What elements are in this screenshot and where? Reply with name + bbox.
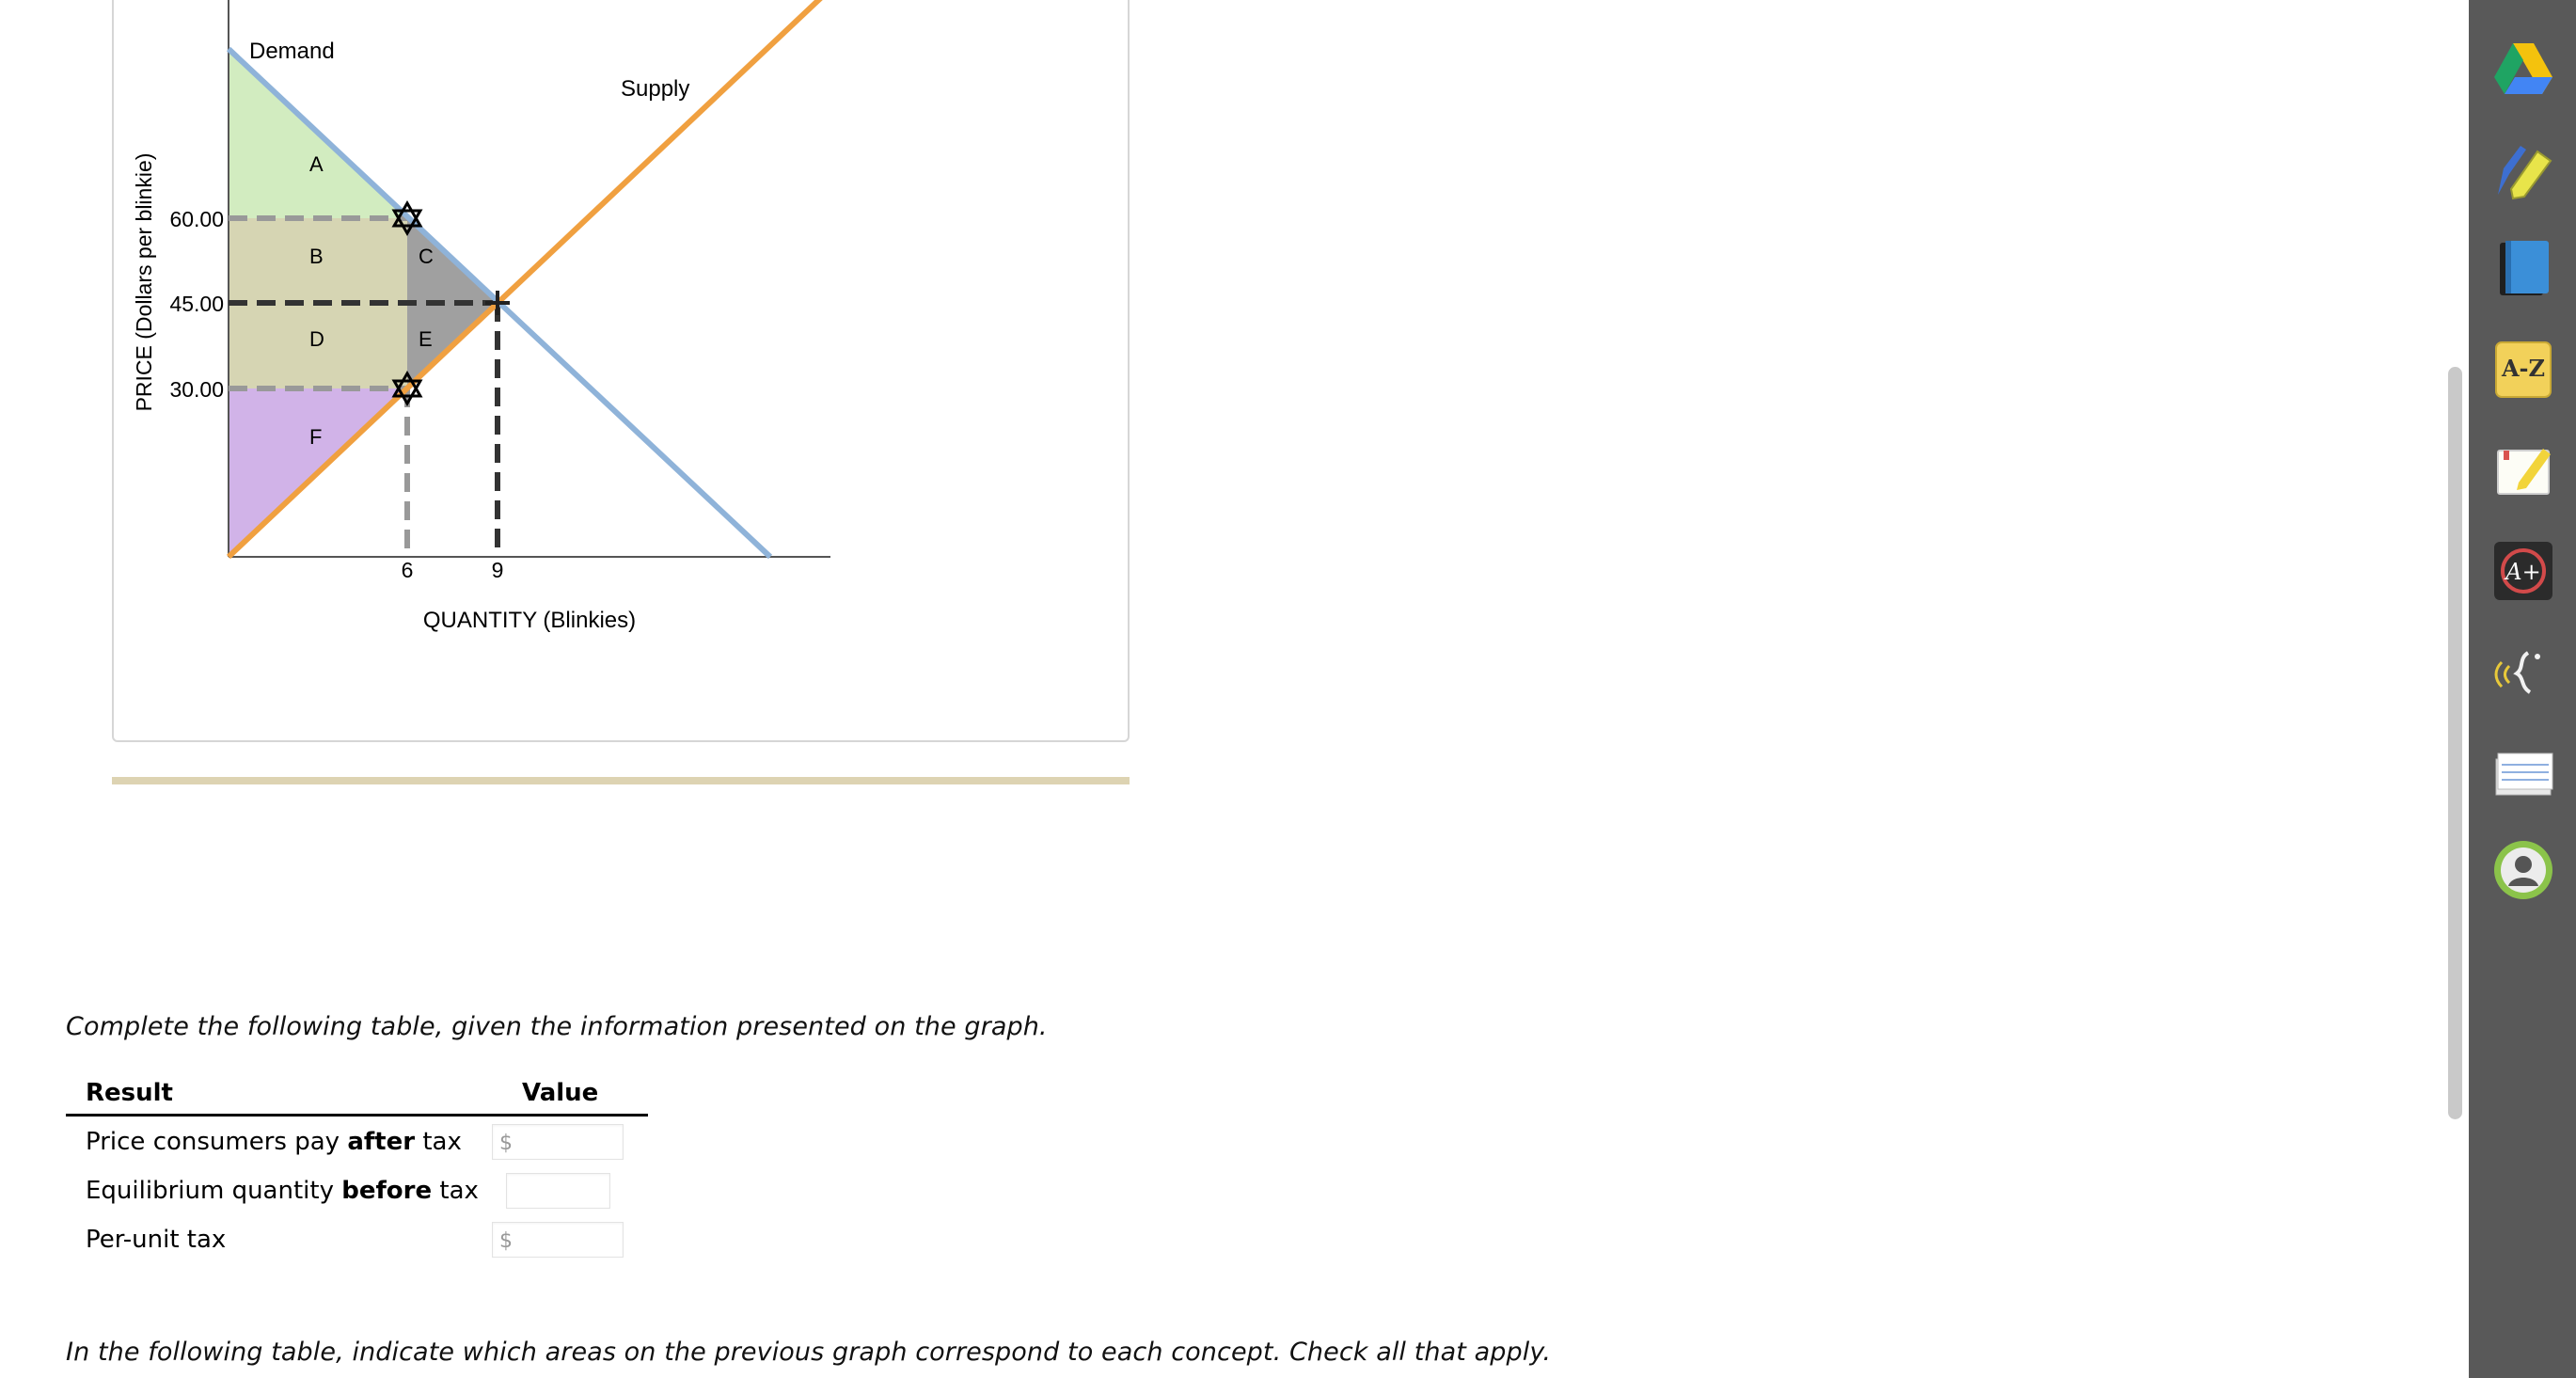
areas-instruction: In the following table, indicate which a… <box>66 1338 1552 1367</box>
area-label-D: D <box>309 327 324 351</box>
demand-label: Demand <box>249 39 335 64</box>
per-unit-tax-input[interactable]: $ <box>492 1222 624 1258</box>
area-label-A: A <box>309 152 324 176</box>
table-row: Equilibrium quantity before tax <box>66 1165 648 1214</box>
section-divider <box>112 777 1130 784</box>
price-after-tax-input[interactable]: $ <box>492 1124 624 1160</box>
supply-demand-graph: Demand Supply A B C D E F 60.00 45.00 30… <box>132 0 830 633</box>
row-label-quantity-before-tax: Equilibrium quantity before tax <box>86 1177 479 1205</box>
graph-panel: Demand Supply A B C D E F 60.00 45.00 30… <box>112 0 1130 742</box>
flashcards-icon[interactable] <box>2490 738 2556 804</box>
google-drive-icon[interactable] <box>2490 38 2556 103</box>
y-tick-45: 45.00 <box>169 292 224 316</box>
row-label-price-after-tax: Price consumers pay after tax <box>86 1128 462 1156</box>
dollar-sign: $ <box>499 1229 513 1253</box>
dollar-sign: $ <box>499 1132 513 1155</box>
area-label-C: C <box>419 245 434 268</box>
y-axis-label: PRICE (Dollars per blinkie) <box>132 153 156 412</box>
header-value: Value <box>522 1079 599 1107</box>
grade-a-plus-icon[interactable]: A+ <box>2490 538 2556 604</box>
result-table: Result Value Price consumers pay after t… <box>66 1075 648 1263</box>
supply-label: Supply <box>621 76 689 102</box>
book-icon[interactable] <box>2490 235 2556 301</box>
vertical-scrollbar[interactable] <box>2448 367 2462 1119</box>
header-result: Result <box>86 1079 173 1107</box>
area-label-E: E <box>419 327 433 351</box>
area-label-F: F <box>309 425 322 449</box>
dictionary-az-icon[interactable]: A-Z <box>2490 337 2556 403</box>
az-label: A-Z <box>2501 355 2546 382</box>
svg-text:A+: A+ <box>2504 559 2540 585</box>
quantity-before-tax-input[interactable] <box>506 1173 610 1209</box>
read-aloud-icon[interactable] <box>2490 640 2556 705</box>
highlighter-icon[interactable] <box>2490 136 2556 202</box>
x-tick-9: 9 <box>492 558 504 582</box>
y-tick-30: 30.00 <box>169 377 224 402</box>
table-row: Price consumers pay after tax $ <box>66 1117 648 1165</box>
y-tick-60: 60.00 <box>169 207 224 231</box>
table-header: Result Value <box>66 1075 648 1117</box>
notes-icon[interactable] <box>2490 437 2556 503</box>
x-axis-label: QUANTITY (Blinkies) <box>423 608 636 633</box>
table-instruction: Complete the following table, given the … <box>66 1012 1048 1041</box>
profile-icon[interactable] <box>2490 837 2556 903</box>
area-label-B: B <box>309 245 324 268</box>
x-tick-6: 6 <box>402 558 414 582</box>
table-row: Per-unit tax $ <box>66 1214 648 1263</box>
row-label-per-unit-tax: Per-unit tax <box>86 1226 227 1254</box>
tools-sidebar: A-Z A+ <box>2469 0 2576 1378</box>
main-content: Demand Supply A B C D E F 60.00 45.00 30… <box>0 0 2469 1378</box>
